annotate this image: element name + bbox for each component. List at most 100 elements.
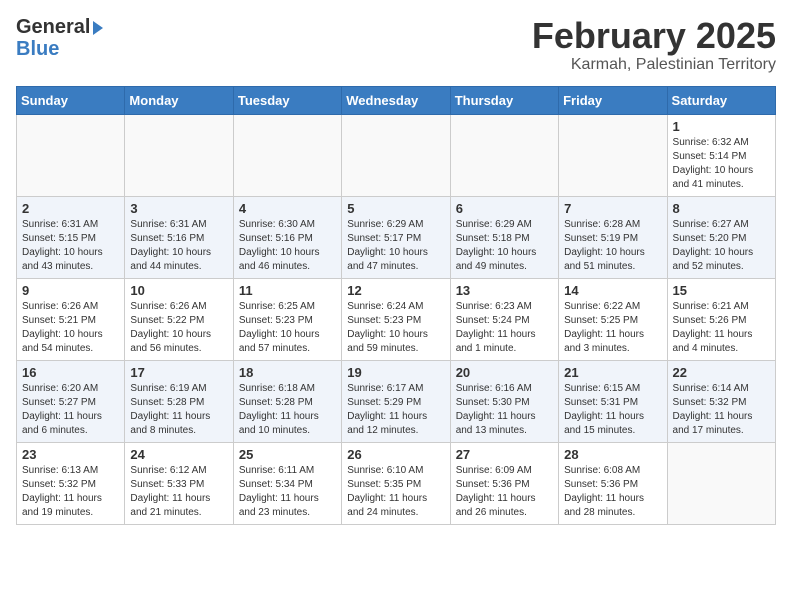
- page-header: General Blue February 2025 Karmah, Pales…: [16, 16, 776, 74]
- day-info: Sunrise: 6:28 AM Sunset: 5:19 PM Dayligh…: [564, 218, 661, 274]
- calendar-cell: [233, 114, 341, 196]
- day-info: Sunrise: 6:15 AM Sunset: 5:31 PM Dayligh…: [564, 382, 661, 438]
- calendar-cell: 6 Sunrise: 6:29 AM Sunset: 5:18 PM Daylig…: [450, 196, 558, 278]
- day-number: 2: [22, 201, 119, 216]
- calendar-header-row: SundayMondayTuesdayWednesdayThursdayFrid…: [17, 86, 776, 114]
- day-info: Sunrise: 6:21 AM Sunset: 5:26 PM Dayligh…: [673, 300, 770, 356]
- calendar-cell: 21 Sunrise: 6:15 AM Sunset: 5:31 PM Dayli…: [559, 360, 667, 442]
- calendar-cell: [17, 114, 125, 196]
- day-info: Sunrise: 6:19 AM Sunset: 5:28 PM Dayligh…: [130, 382, 227, 438]
- day-info: Sunrise: 6:09 AM Sunset: 5:36 PM Dayligh…: [456, 464, 553, 520]
- day-info: Sunrise: 6:25 AM Sunset: 5:23 PM Dayligh…: [239, 300, 336, 356]
- calendar-cell: 27 Sunrise: 6:09 AM Sunset: 5:36 PM Dayli…: [450, 442, 558, 524]
- month-title: February 2025: [532, 16, 776, 56]
- day-info: Sunrise: 6:26 AM Sunset: 5:22 PM Dayligh…: [130, 300, 227, 356]
- day-number: 3: [130, 201, 227, 216]
- calendar-cell: [559, 114, 667, 196]
- day-info: Sunrise: 6:16 AM Sunset: 5:30 PM Dayligh…: [456, 382, 553, 438]
- day-info: Sunrise: 6:22 AM Sunset: 5:25 PM Dayligh…: [564, 300, 661, 356]
- calendar-cell: 2 Sunrise: 6:31 AM Sunset: 5:15 PM Daylig…: [17, 196, 125, 278]
- day-number: 15: [673, 283, 770, 298]
- weekday-header: Saturday: [667, 86, 775, 114]
- weekday-header: Monday: [125, 86, 233, 114]
- weekday-header: Thursday: [450, 86, 558, 114]
- calendar-cell: 20 Sunrise: 6:16 AM Sunset: 5:30 PM Dayli…: [450, 360, 558, 442]
- day-number: 26: [347, 447, 444, 462]
- day-info: Sunrise: 6:30 AM Sunset: 5:16 PM Dayligh…: [239, 218, 336, 274]
- calendar-week-row: 23 Sunrise: 6:13 AM Sunset: 5:32 PM Dayli…: [17, 442, 776, 524]
- calendar: SundayMondayTuesdayWednesdayThursdayFrid…: [16, 86, 776, 525]
- location-title: Karmah, Palestinian Territory: [532, 56, 776, 74]
- calendar-cell: 7Sunrise: 6:28 AM Sunset: 5:19 PM Daylig…: [559, 196, 667, 278]
- day-number: 11: [239, 283, 336, 298]
- day-info: Sunrise: 6:11 AM Sunset: 5:34 PM Dayligh…: [239, 464, 336, 520]
- calendar-cell: 19 Sunrise: 6:17 AM Sunset: 5:29 PM Dayli…: [342, 360, 450, 442]
- calendar-cell: 23 Sunrise: 6:13 AM Sunset: 5:32 PM Dayli…: [17, 442, 125, 524]
- calendar-cell: 17 Sunrise: 6:19 AM Sunset: 5:28 PM Dayli…: [125, 360, 233, 442]
- calendar-cell: 15 Sunrise: 6:21 AM Sunset: 5:26 PM Dayli…: [667, 278, 775, 360]
- calendar-week-row: 9 Sunrise: 6:26 AM Sunset: 5:21 PM Daylig…: [17, 278, 776, 360]
- day-info: Sunrise: 6:24 AM Sunset: 5:23 PM Dayligh…: [347, 300, 444, 356]
- calendar-week-row: 2 Sunrise: 6:31 AM Sunset: 5:15 PM Daylig…: [17, 196, 776, 278]
- day-info: Sunrise: 6:29 AM Sunset: 5:18 PM Dayligh…: [456, 218, 553, 274]
- day-info: Sunrise: 6:17 AM Sunset: 5:29 PM Dayligh…: [347, 382, 444, 438]
- day-info: Sunrise: 6:10 AM Sunset: 5:35 PM Dayligh…: [347, 464, 444, 520]
- calendar-cell: 3 Sunrise: 6:31 AM Sunset: 5:16 PM Daylig…: [125, 196, 233, 278]
- day-number: 1: [673, 119, 770, 134]
- day-number: 24: [130, 447, 227, 462]
- day-info: Sunrise: 6:31 AM Sunset: 5:15 PM Dayligh…: [22, 218, 119, 274]
- calendar-cell: [125, 114, 233, 196]
- calendar-cell: 13 Sunrise: 6:23 AM Sunset: 5:24 PM Dayli…: [450, 278, 558, 360]
- weekday-header: Sunday: [17, 86, 125, 114]
- logo: General Blue: [16, 16, 103, 60]
- day-number: 9: [22, 283, 119, 298]
- title-block: February 2025 Karmah, Palestinian Territ…: [532, 16, 776, 74]
- calendar-cell: 8 Sunrise: 6:27 AM Sunset: 5:20 PM Daylig…: [667, 196, 775, 278]
- day-number: 25: [239, 447, 336, 462]
- calendar-cell: [450, 114, 558, 196]
- calendar-cell: 5Sunrise: 6:29 AM Sunset: 5:17 PM Daylig…: [342, 196, 450, 278]
- day-number: 8: [673, 201, 770, 216]
- day-number: 4: [239, 201, 336, 216]
- day-number: 17: [130, 365, 227, 380]
- calendar-cell: 22 Sunrise: 6:14 AM Sunset: 5:32 PM Dayli…: [667, 360, 775, 442]
- day-info: Sunrise: 6:20 AM Sunset: 5:27 PM Dayligh…: [22, 382, 119, 438]
- day-info: Sunrise: 6:14 AM Sunset: 5:32 PM Dayligh…: [673, 382, 770, 438]
- day-number: 12: [347, 283, 444, 298]
- day-number: 22: [673, 365, 770, 380]
- day-number: 21: [564, 365, 661, 380]
- calendar-cell: [342, 114, 450, 196]
- calendar-week-row: 16Sunrise: 6:20 AM Sunset: 5:27 PM Dayli…: [17, 360, 776, 442]
- calendar-cell: 4 Sunrise: 6:30 AM Sunset: 5:16 PM Daylig…: [233, 196, 341, 278]
- logo-blue: Blue: [16, 38, 103, 60]
- calendar-cell: 14Sunrise: 6:22 AM Sunset: 5:25 PM Dayli…: [559, 278, 667, 360]
- day-number: 13: [456, 283, 553, 298]
- day-number: 23: [22, 447, 119, 462]
- day-info: Sunrise: 6:27 AM Sunset: 5:20 PM Dayligh…: [673, 218, 770, 274]
- day-number: 10: [130, 283, 227, 298]
- day-number: 18: [239, 365, 336, 380]
- calendar-cell: [667, 442, 775, 524]
- day-number: 19: [347, 365, 444, 380]
- day-info: Sunrise: 6:32 AM Sunset: 5:14 PM Dayligh…: [673, 136, 770, 192]
- weekday-header: Friday: [559, 86, 667, 114]
- day-info: Sunrise: 6:23 AM Sunset: 5:24 PM Dayligh…: [456, 300, 553, 356]
- day-number: 20: [456, 365, 553, 380]
- day-info: Sunrise: 6:12 AM Sunset: 5:33 PM Dayligh…: [130, 464, 227, 520]
- calendar-week-row: 1 Sunrise: 6:32 AM Sunset: 5:14 PM Daylig…: [17, 114, 776, 196]
- day-number: 6: [456, 201, 553, 216]
- day-info: Sunrise: 6:29 AM Sunset: 5:17 PM Dayligh…: [347, 218, 444, 274]
- day-number: 28: [564, 447, 661, 462]
- day-info: Sunrise: 6:13 AM Sunset: 5:32 PM Dayligh…: [22, 464, 119, 520]
- calendar-cell: 1 Sunrise: 6:32 AM Sunset: 5:14 PM Daylig…: [667, 114, 775, 196]
- logo-general: General: [16, 16, 103, 38]
- calendar-cell: 26 Sunrise: 6:10 AM Sunset: 5:35 PM Dayli…: [342, 442, 450, 524]
- weekday-header: Tuesday: [233, 86, 341, 114]
- day-info: Sunrise: 6:08 AM Sunset: 5:36 PM Dayligh…: [564, 464, 661, 520]
- day-info: Sunrise: 6:31 AM Sunset: 5:16 PM Dayligh…: [130, 218, 227, 274]
- day-number: 27: [456, 447, 553, 462]
- calendar-cell: 24 Sunrise: 6:12 AM Sunset: 5:33 PM Dayli…: [125, 442, 233, 524]
- calendar-cell: 11 Sunrise: 6:25 AM Sunset: 5:23 PM Dayli…: [233, 278, 341, 360]
- calendar-cell: 25 Sunrise: 6:11 AM Sunset: 5:34 PM Dayli…: [233, 442, 341, 524]
- day-info: Sunrise: 6:26 AM Sunset: 5:21 PM Dayligh…: [22, 300, 119, 356]
